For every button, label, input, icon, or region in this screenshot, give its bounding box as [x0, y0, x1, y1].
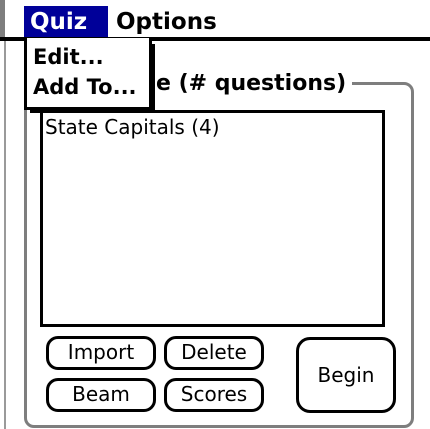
menu-bar: Quiz Options [0, 0, 430, 41]
menu-item-edit[interactable]: Edit... [33, 44, 104, 70]
menu-bar-edge [0, 0, 5, 40]
screen-left-edge [4, 40, 6, 429]
menu-item-add-to[interactable]: Add To... [33, 74, 137, 100]
menu-quiz[interactable]: Quiz [24, 6, 108, 38]
dropdown-shadow-bottom [30, 110, 155, 113]
beam-button[interactable]: Beam [46, 378, 156, 412]
quiz-dropdown-menu: Edit... Add To... [24, 38, 152, 110]
import-button[interactable]: Import [46, 336, 156, 370]
begin-button[interactable]: Begin [296, 337, 396, 413]
menu-options[interactable]: Options [110, 6, 260, 38]
delete-button[interactable]: Delete [164, 336, 264, 370]
list-item[interactable]: State Capitals (4) [45, 115, 220, 139]
dropdown-shadow-right [152, 44, 155, 112]
scores-button[interactable]: Scores [164, 378, 264, 412]
quiz-group-title: e (# questions) [150, 70, 353, 98]
quiz-list[interactable]: State Capitals (4) [40, 110, 385, 327]
